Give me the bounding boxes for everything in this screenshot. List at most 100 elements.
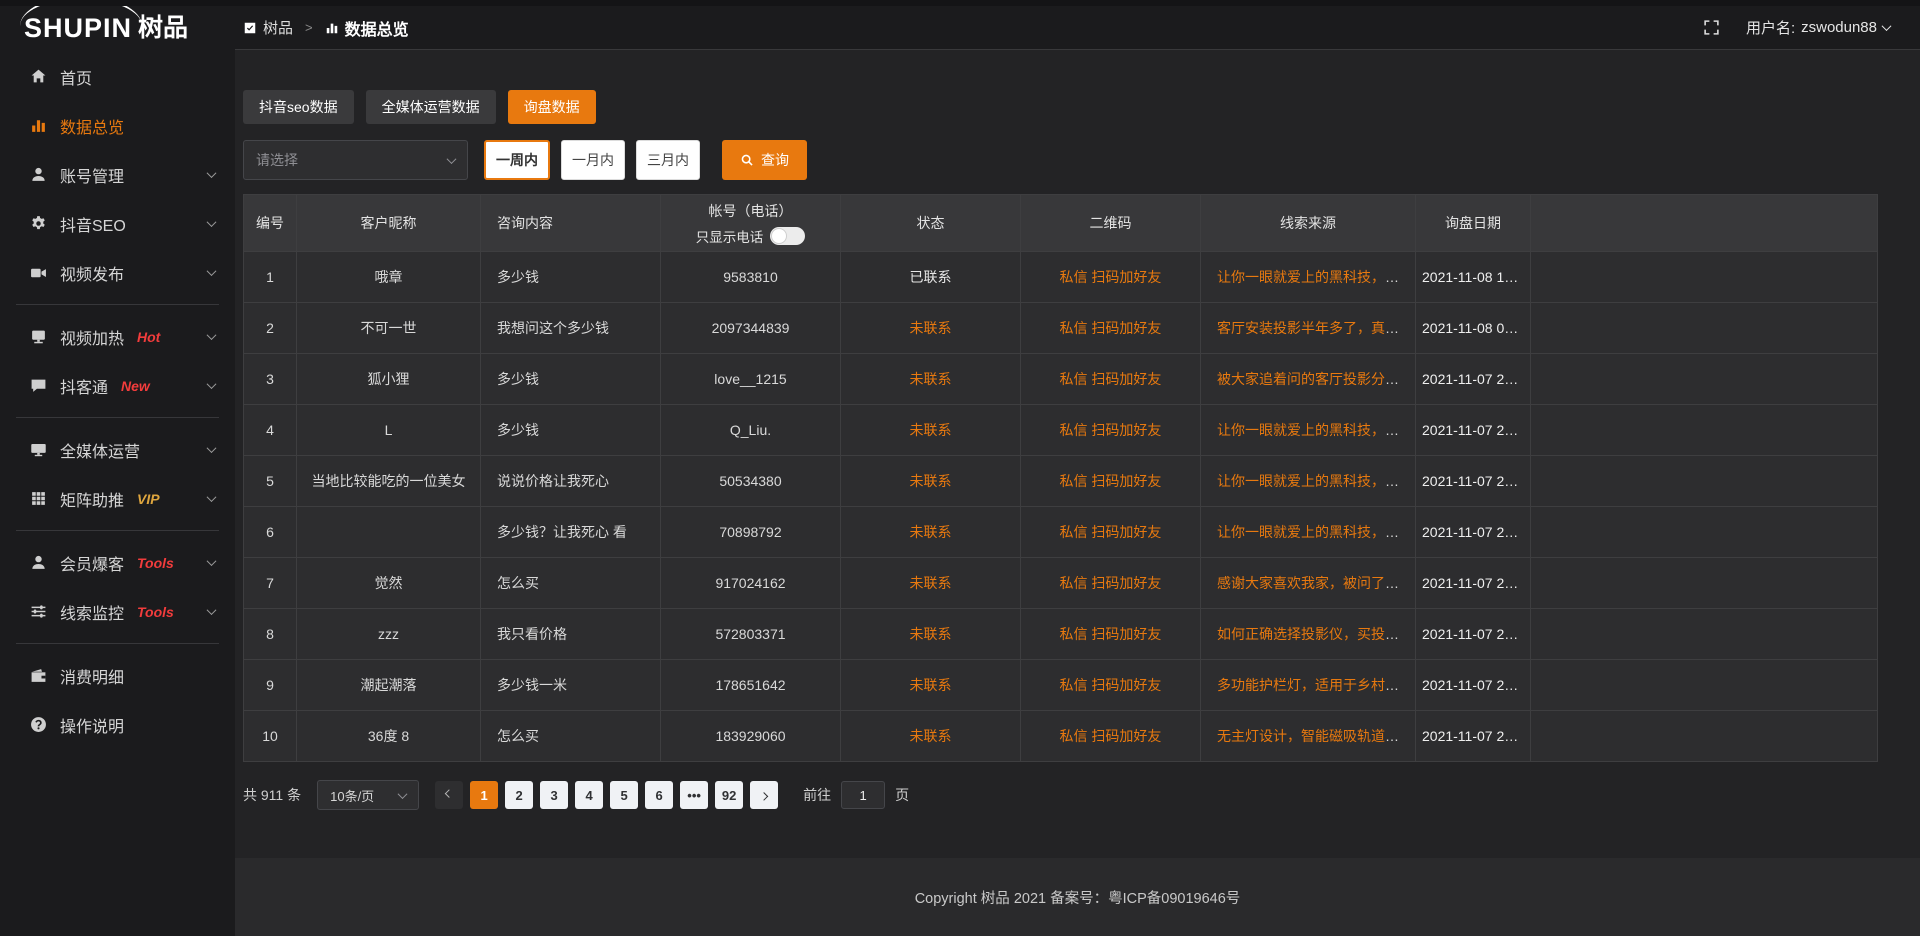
cell-qrcode: 私信 扫码加好友 [1021, 558, 1201, 609]
cell-no: 8 [244, 609, 297, 660]
cell-filler [1531, 507, 1878, 558]
source-link[interactable]: 如何正确选择投影仪，买投影... [1217, 626, 1411, 642]
qrcode-link[interactable]: 私信 扫码加好友 [1060, 524, 1162, 540]
tab-1[interactable]: 全媒体运营数据 [366, 90, 496, 124]
cell-nickname: 当地比较能吃的一位美女 [297, 456, 481, 507]
source-link[interactable]: 被大家追着问的客厅投影分享... [1217, 371, 1411, 387]
user-menu[interactable]: 用户名: zswodun88 [1746, 17, 1890, 38]
cell-nickname: L [297, 405, 481, 456]
qrcode-link[interactable]: 私信 扫码加好友 [1060, 320, 1162, 336]
cell-qrcode: 私信 扫码加好友 [1021, 405, 1201, 456]
filter-select[interactable]: 请选择 [243, 140, 468, 180]
cell-qrcode: 私信 扫码加好友 [1021, 354, 1201, 405]
cell-content: 怎么买 [481, 711, 661, 762]
cell-filler [1531, 609, 1878, 660]
qrcode-link[interactable]: 私信 扫码加好友 [1060, 575, 1162, 591]
sidebar-item-badge: New [121, 378, 150, 394]
cell-source: 客厅安装投影半年多了，真实... [1201, 303, 1416, 354]
page-button-1[interactable]: 1 [470, 781, 498, 809]
source-link[interactable]: 无主灯设计，智能磁吸轨道灯... [1217, 728, 1411, 744]
sidebar-item-video-publish[interactable]: 视频发布 [0, 248, 235, 297]
table-row: 6多少钱？让我死心 看70898792未联系私信 扫码加好友让你一眼就爱上的黑科… [244, 507, 1878, 558]
qrcode-link[interactable]: 私信 扫码加好友 [1060, 422, 1162, 438]
fullscreen-icon[interactable] [1703, 19, 1720, 36]
range-button-0[interactable]: 一周内 [484, 140, 550, 180]
qrcode-link[interactable]: 私信 扫码加好友 [1060, 626, 1162, 642]
sidebar-item-member-baoke[interactable]: 会员爆客 Tools [0, 538, 235, 587]
inquiry-table: 编号 客户昵称 咨询内容 帐号（电话） 只显示电话 状态 二维码 线索来源 询盘… [243, 194, 1878, 762]
qrcode-link[interactable]: 私信 扫码加好友 [1060, 371, 1162, 387]
page-button-5[interactable]: 5 [610, 781, 638, 809]
range-button-2[interactable]: 三月内 [636, 140, 700, 180]
source-link[interactable]: 多功能护栏灯，适用于乡村文... [1217, 677, 1411, 693]
range-button-1[interactable]: 一月内 [561, 140, 625, 180]
qrcode-link[interactable]: 私信 扫码加好友 [1060, 677, 1162, 693]
cell-account: 178651642 [661, 660, 841, 711]
source-link[interactable]: 客厅安装投影半年多了，真实... [1217, 320, 1411, 336]
sidebar-item-badge: Tools [137, 555, 174, 571]
qrcode-link[interactable]: 私信 扫码加好友 [1060, 473, 1162, 489]
topbar: SHUPIN 树品 树品 > 数据总览 用户名: zswodun88 [0, 6, 1920, 50]
breadcrumb-current-icon [325, 21, 339, 35]
page-size-select[interactable]: 10条/页 [317, 780, 419, 810]
cell-account: Q_Liu. [661, 405, 841, 456]
source-link[interactable]: 让你一眼就爱上的黑科技，能... [1217, 422, 1411, 438]
col-header-filler [1531, 195, 1878, 252]
source-link[interactable]: 让你一眼就爱上的黑科技，能... [1217, 473, 1411, 489]
page-button-6[interactable]: 6 [645, 781, 673, 809]
phone-only-toggle[interactable] [770, 227, 805, 245]
page-button-3[interactable]: 3 [540, 781, 568, 809]
page-button-4[interactable]: 4 [575, 781, 603, 809]
sidebar-item-data-overview[interactable]: 数据总览 [0, 101, 235, 150]
sidebar-item-matrix-boost[interactable]: 矩阵助推VIP [0, 474, 235, 523]
goto-page-input[interactable] [841, 781, 885, 809]
cell-source: 让你一眼就爱上的黑科技，能... [1201, 252, 1416, 303]
sidebar-item-douyin-seo[interactable]: 抖音SEO [0, 199, 235, 248]
sidebar-item-clue-monitor[interactable]: 线索监控Tools [0, 587, 235, 636]
next-page-button[interactable] [750, 781, 778, 809]
source-link[interactable]: 感谢大家喜欢我家，被问了好... [1217, 575, 1411, 591]
sidebar-item-douketong[interactable]: 抖客通New [0, 361, 235, 410]
user-icon [30, 554, 47, 571]
col-header-account-title: 帐号（电话） [667, 201, 834, 221]
page-button-92[interactable]: 92 [715, 781, 743, 809]
cell-content: 说说价格让我死心 [481, 456, 661, 507]
sidebar-item-consume-detail[interactable]: 消费明细 [0, 651, 235, 700]
cell-filler [1531, 660, 1878, 711]
source-link[interactable]: 让你一眼就爱上的黑科技，能... [1217, 524, 1411, 540]
sidebar-item-label: 会员爆客 [60, 551, 124, 575]
logo-suffix-text: 树品 [138, 16, 188, 41]
page-button-2[interactable]: 2 [505, 781, 533, 809]
query-button[interactable]: 查询 [722, 140, 807, 180]
sidebar-item-home[interactable]: 首页 [0, 52, 235, 101]
cell-filler [1531, 303, 1878, 354]
cell-nickname: 潮起潮落 [297, 660, 481, 711]
qrcode-link[interactable]: 私信 扫码加好友 [1060, 728, 1162, 744]
goto-label: 前往 [803, 785, 831, 805]
chevron-down-icon [447, 154, 457, 164]
prev-page-button[interactable] [435, 781, 463, 809]
logo[interactable]: SHUPIN 树品 [0, 6, 235, 50]
page-ellipsis-button[interactable]: ••• [680, 781, 708, 809]
cell-content: 我想问这个多少钱 [481, 303, 661, 354]
source-link[interactable]: 让你一眼就爱上的黑科技，能... [1217, 269, 1411, 285]
sidebar-item-account-manage[interactable]: 账号管理 [0, 150, 235, 199]
tv-icon [30, 328, 47, 345]
cell-no: 4 [244, 405, 297, 456]
sidebar-item-video-heat[interactable]: 视频加热Hot [0, 312, 235, 361]
topbar-main: 树品 > 数据总览 用户名: zswodun88 [235, 6, 1920, 50]
cell-qrcode: 私信 扫码加好友 [1021, 660, 1201, 711]
tab-2[interactable]: 询盘数据 [508, 90, 596, 124]
table-row: 5当地比较能吃的一位美女说说价格让我死心50534380未联系私信 扫码加好友让… [244, 456, 1878, 507]
question-icon [30, 716, 47, 733]
sidebar-divider [16, 417, 219, 418]
qrcode-link[interactable]: 私信 扫码加好友 [1060, 269, 1162, 285]
breadcrumb-root[interactable]: 树品 [263, 17, 293, 38]
tab-0[interactable]: 抖音seo数据 [243, 90, 354, 124]
sidebar-item-media-operation[interactable]: 全媒体运营 [0, 425, 235, 474]
sidebar-item-operation-guide[interactable]: 操作说明 [0, 700, 235, 749]
cell-date: 2021-11-07 21:42 [1416, 609, 1531, 660]
data-tabs: 抖音seo数据全媒体运营数据询盘数据 [243, 90, 1920, 124]
table-row: 4L多少钱Q_Liu.未联系私信 扫码加好友让你一眼就爱上的黑科技，能...20… [244, 405, 1878, 456]
sidebar-item-label: 操作说明 [60, 713, 124, 737]
